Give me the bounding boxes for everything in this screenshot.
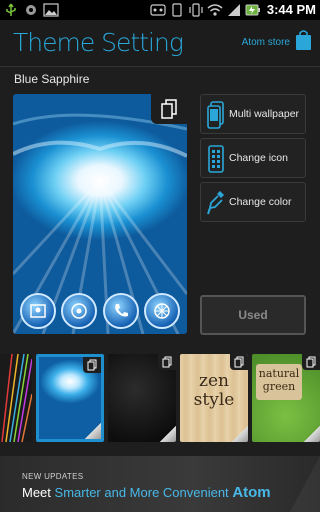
multi-wallpaper-label: Multi wallpaper (229, 108, 300, 120)
banner-tagline: Smarter and More Convenient (54, 485, 229, 500)
thumb-colorful-lines[interactable] (0, 354, 32, 442)
colorful-lines-art (1, 354, 32, 442)
page-curl (304, 426, 320, 442)
app-drawer-icon (144, 293, 181, 329)
game-controller-icon (150, 2, 166, 18)
page-curl (160, 426, 176, 442)
zen-style-text: zen style (193, 371, 235, 410)
theme-name: Blue Sapphire (14, 72, 90, 86)
banner-new-updates: NEW UPDATES (22, 472, 84, 481)
used-button[interactable]: Used (200, 295, 306, 335)
theme-preview[interactable] (13, 94, 187, 334)
preview-dock (13, 288, 187, 334)
android-debug-icon (23, 2, 39, 18)
phone-icon (169, 2, 185, 18)
thumb-pages-icon (302, 354, 320, 370)
thumb-natural-green[interactable]: natural green (252, 354, 320, 442)
phone-dialer-icon (102, 293, 139, 329)
battery-charging-icon (245, 2, 261, 18)
change-color-button[interactable]: Change color (200, 182, 306, 222)
signal-icon (226, 2, 242, 18)
natural-green-text: natural green (256, 364, 302, 400)
multi-wallpaper-icon (207, 101, 224, 129)
usb-icon (3, 2, 19, 18)
multi-wallpaper-button[interactable]: Multi wallpaper (200, 94, 306, 134)
thumb-blue-sapphire[interactable] (36, 354, 104, 442)
banner-brand: Atom (232, 484, 271, 501)
status-bar: 3:44 PM (0, 0, 320, 20)
page-curl (232, 426, 248, 442)
browser-icon (61, 293, 98, 329)
wallpaper-pages-icon (151, 94, 187, 124)
thumb-zen-style[interactable]: zen style (180, 354, 248, 442)
app-header: Theme Setting Atom store (0, 20, 320, 66)
thumb-black-leather[interactable] (108, 354, 176, 442)
change-color-label: Change color (229, 196, 292, 208)
wifi-icon (207, 2, 223, 18)
banner-meet: Meet (22, 485, 51, 500)
vibrate-icon (188, 2, 204, 18)
thumb-pages-icon (158, 354, 176, 370)
contacts-icon (19, 293, 56, 329)
thumb-pages-icon (83, 357, 101, 373)
change-icon-button[interactable]: Change icon (200, 138, 306, 178)
change-icon-label: Change icon (229, 152, 288, 164)
theme-gallery[interactable]: zen style natural green (0, 354, 320, 444)
page-title: Theme Setting (13, 28, 184, 57)
color-dropper-icon (207, 191, 224, 215)
banner-headline: Meet Smarter and More Convenient Atom (22, 484, 271, 501)
clock: 3:44 PM (266, 2, 316, 17)
promo-banner[interactable]: NEW UPDATES Meet Smarter and More Conven… (0, 456, 320, 512)
page-curl (85, 423, 101, 439)
header-divider (0, 66, 320, 67)
gallery-notification-icon (43, 2, 59, 18)
change-icon-icon (208, 145, 224, 173)
thumb-pages-icon (230, 354, 248, 370)
shopping-bag-icon[interactable] (295, 29, 312, 51)
atom-store-link[interactable]: Atom store (242, 37, 290, 48)
